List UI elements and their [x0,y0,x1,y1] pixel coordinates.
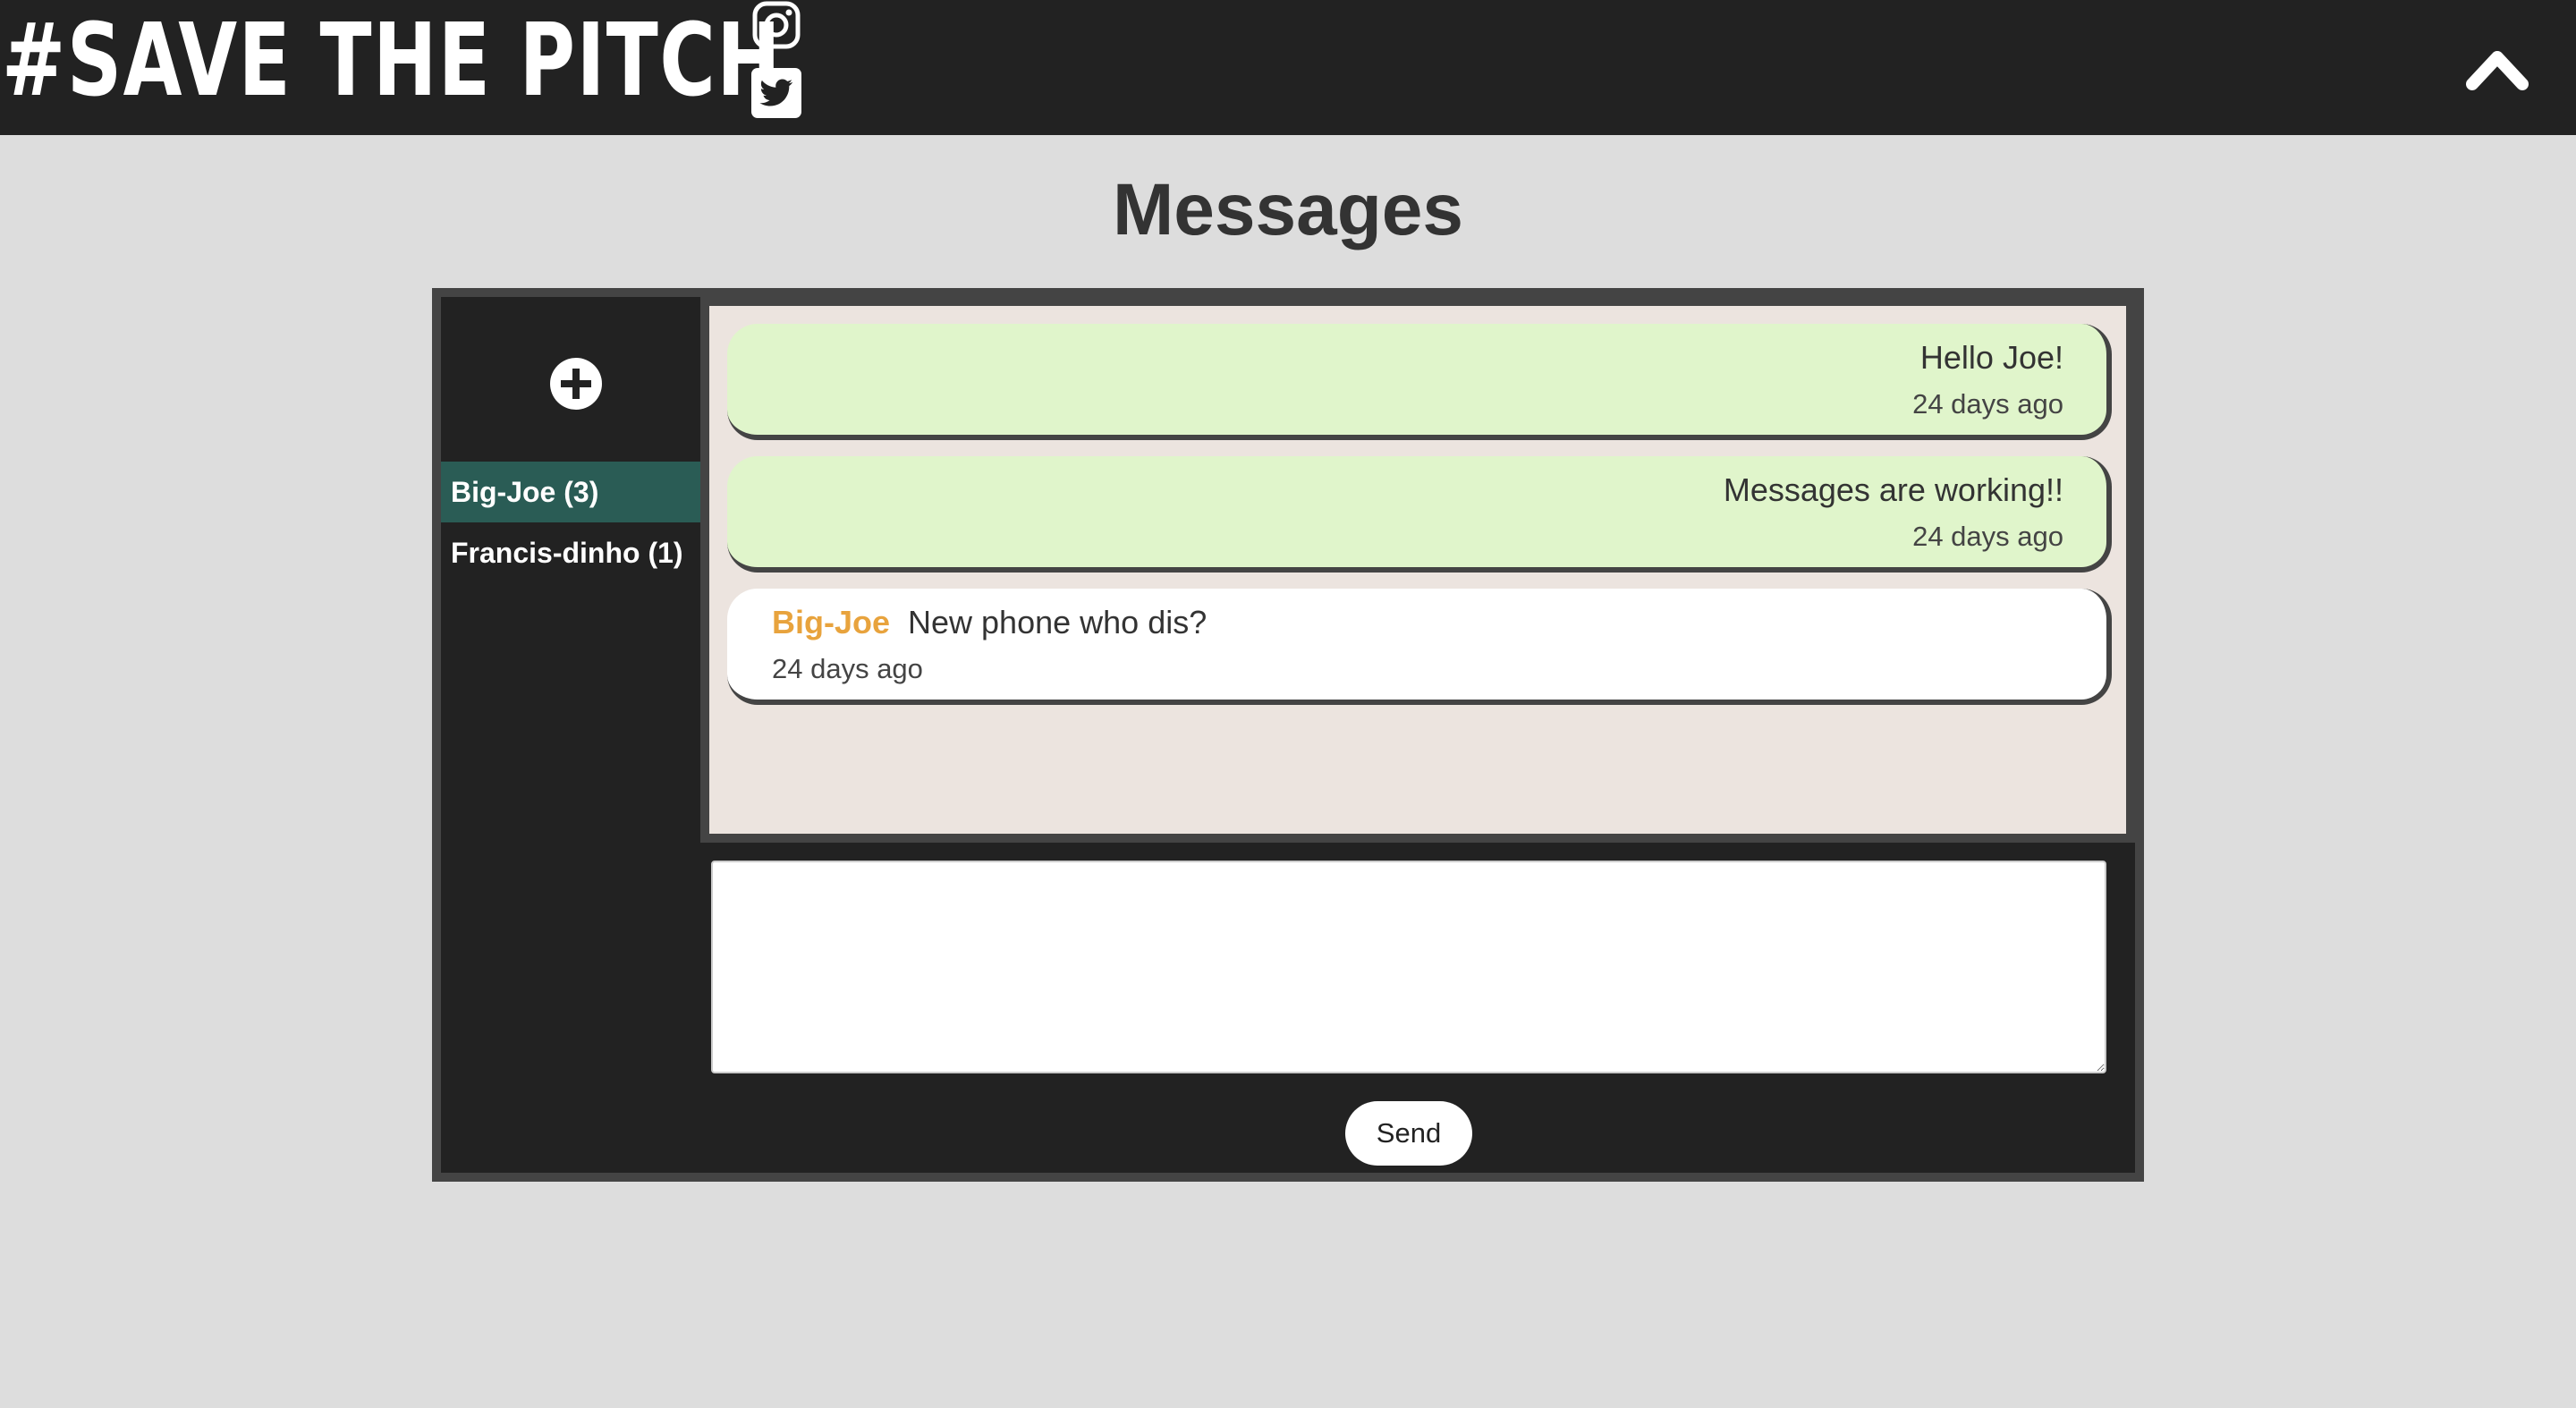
message-text: Hello Joe! [1919,339,2063,376]
chevron-up-icon[interactable] [2462,36,2533,98]
send-button[interactable]: Send [1345,1101,1472,1166]
contact-item-francis-dinho[interactable]: Francis-dinho (1) [441,522,700,583]
twitter-icon[interactable] [751,68,801,118]
message-text: New phone who dis? [908,604,1208,640]
site-header: #SAVE THE PITCH [0,0,2576,135]
message-timestamp: 24 days ago [1912,521,2063,552]
message-sender[interactable]: Big-Joe [772,604,890,640]
page-title: Messages [1112,169,1464,250]
message-bubble-outgoing: Hello Joe! 24 days ago [727,324,2112,440]
message-content: Big-Joe New phone who dis? [772,601,1207,644]
message-timestamp: 24 days ago [1912,388,2063,420]
plus-circle-icon[interactable] [550,358,602,410]
contact-item-big-joe[interactable]: Big-Joe (3) [441,462,700,522]
message-thread[interactable]: Hello Joe! 24 days ago Messages are work… [700,297,2135,843]
message-bubble-outgoing: Messages are working!! 24 days ago [727,456,2112,573]
messenger-panel: Big-Joe (3) Francis-dinho (1) Hello Joe!… [432,288,2144,1182]
site-logo[interactable]: #SAVE THE PITCH [2,7,782,115]
message-text: Messages are working!! [1723,471,2063,508]
instagram-icon[interactable] [751,0,801,50]
message-input[interactable] [711,861,2106,1073]
message-bubble-incoming: Big-Joe New phone who dis? 24 days ago [727,589,2112,705]
contact-list: Big-Joe (3) Francis-dinho (1) [441,462,700,583]
message-timestamp: 24 days ago [772,653,923,684]
message-composer: Send [700,843,2135,1173]
contacts-sidebar: Big-Joe (3) Francis-dinho (1) [441,297,700,1173]
